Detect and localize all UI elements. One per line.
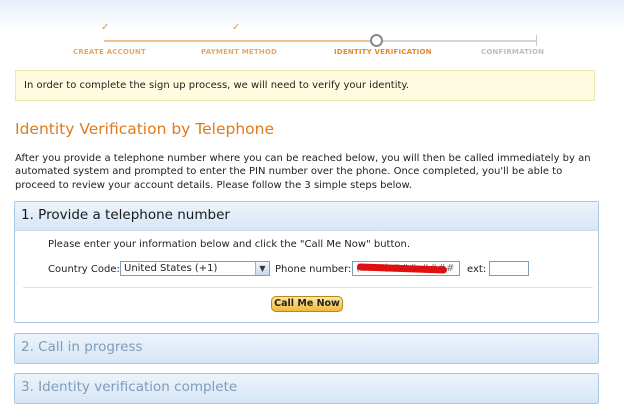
phone-number-label: Phone number:: [275, 264, 352, 275]
dropdown-arrow-icon[interactable]: ▼: [255, 262, 269, 275]
step-identity-verification: IDENTITY VERIFICATION: [334, 48, 432, 56]
step-payment-method: PAYMENT METHOD: [201, 48, 278, 56]
intro-text: After you provide a telephone number whe…: [15, 153, 591, 191]
instructions-text: Please enter your information below and …: [48, 239, 411, 250]
ext-label: ext:: [467, 264, 487, 275]
ext-input[interactable]: [489, 261, 529, 276]
country-code-label: Country Code:: [48, 264, 120, 275]
step-confirmation: CONFIRMATION: [481, 48, 545, 56]
section-call-in-progress: 2. Call in progress: [14, 333, 599, 364]
section-title: 1. Provide a telephone number: [15, 202, 598, 231]
progress-line-todo: [376, 40, 536, 42]
progress-steps: ✓ ✓ CREATE ACCOUNT PAYMENT METHOD IDENTI…: [0, 0, 624, 62]
section-title: 3. Identity verification complete: [15, 374, 598, 403]
notice-box: In order to complete the sign up process…: [15, 70, 595, 101]
section-verification-complete: 3. Identity verification complete: [14, 373, 599, 404]
checkmark-icon: ✓: [101, 22, 110, 33]
step-create-account: CREATE ACCOUNT: [73, 48, 146, 56]
phone-number-input[interactable]: (###) ###-####: [352, 261, 460, 276]
section-provide-phone: 1. Provide a telephone number Please ent…: [14, 201, 599, 323]
progress-end-tick: [536, 35, 537, 46]
page-title: Identity Verification by Telephone: [15, 120, 275, 138]
country-code-value: United States (+1): [124, 263, 218, 274]
call-me-now-button[interactable]: Call Me Now: [271, 296, 343, 312]
current-step-circle-icon: [370, 34, 383, 47]
country-code-select[interactable]: United States (+1) ▼: [120, 261, 270, 276]
progress-line-done: [104, 40, 376, 42]
section-body: Please enter your information below and …: [15, 231, 598, 323]
checkmark-icon: ✓: [232, 22, 241, 33]
section-title: 2. Call in progress: [15, 334, 598, 363]
divider: [23, 287, 593, 288]
